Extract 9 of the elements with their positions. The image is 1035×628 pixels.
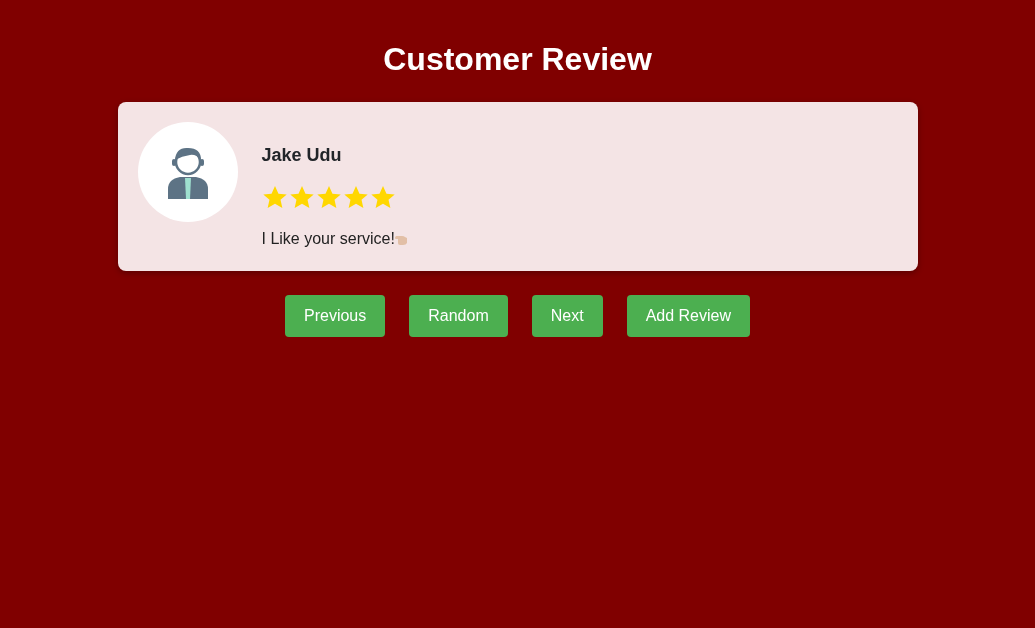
reviewer-name: Jake Udu [261,144,343,168]
review-text: I Like your service! [261,229,395,250]
hand-icon [394,233,408,246]
nav-button[interactable]: Add Review [626,295,750,338]
nav-button[interactable]: Random [409,295,508,338]
nav-button[interactable]: Previous [285,295,386,338]
nav-button[interactable]: Next [531,295,603,338]
person-icon [165,145,210,200]
page-title: Customer Review [383,40,652,79]
